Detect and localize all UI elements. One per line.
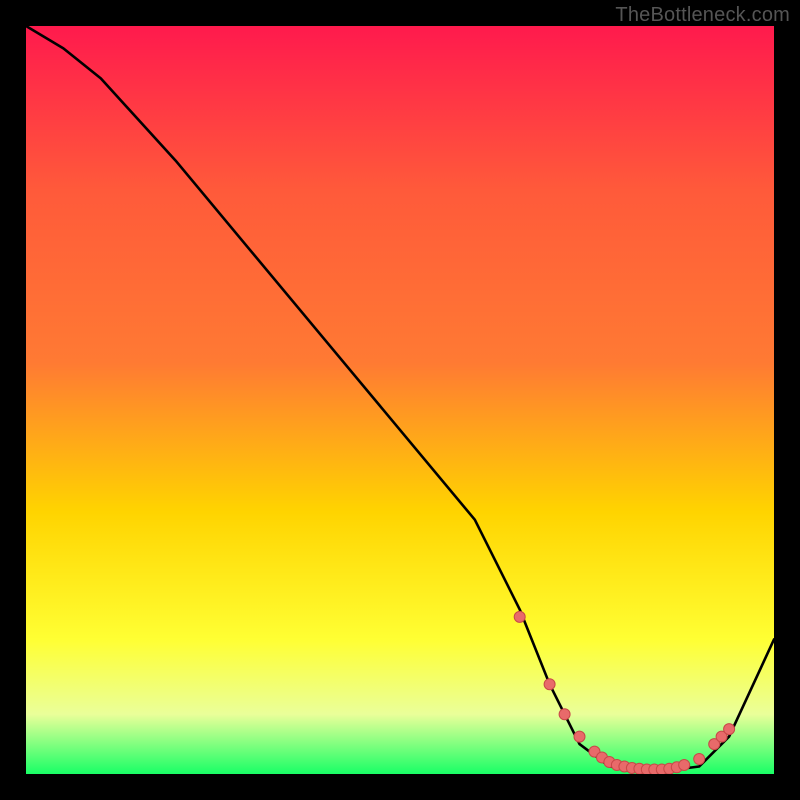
highlight-marker <box>724 724 735 735</box>
highlight-marker <box>679 760 690 771</box>
chart-svg <box>26 26 774 774</box>
highlight-marker <box>694 754 705 765</box>
highlight-marker <box>514 611 525 622</box>
highlight-marker <box>544 679 555 690</box>
gradient-background <box>26 26 774 774</box>
chart-frame: TheBottleneck.com <box>0 0 800 800</box>
plot-area <box>26 26 774 774</box>
watermark-text: TheBottleneck.com <box>615 4 790 27</box>
highlight-marker <box>559 709 570 720</box>
highlight-marker <box>574 731 585 742</box>
